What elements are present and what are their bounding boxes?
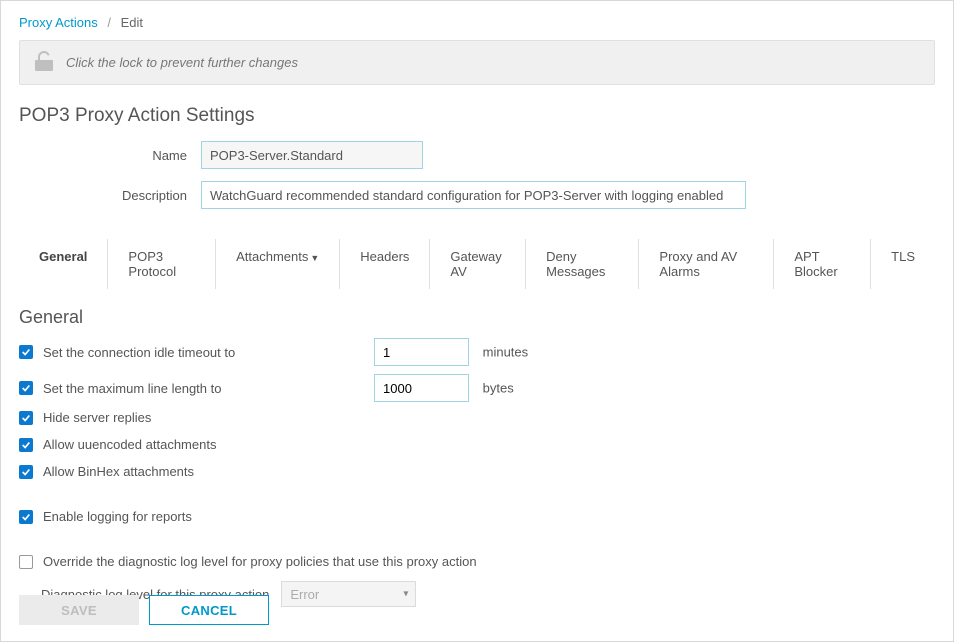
tab-gateway-av[interactable]: Gateway AV — [430, 239, 526, 289]
tab-attachments[interactable]: Attachments▼ — [216, 239, 340, 289]
idle-timeout-input[interactable] — [374, 338, 469, 366]
breadcrumb: Proxy Actions / Edit — [19, 15, 935, 30]
chevron-down-icon: ▼ — [310, 253, 319, 263]
tabs: General POP3 Protocol Attachments▼ Heade… — [19, 239, 935, 289]
description-input[interactable] — [201, 181, 746, 209]
enable-logging-label: Enable logging for reports — [43, 509, 192, 524]
tab-apt-blocker[interactable]: APT Blocker — [774, 239, 871, 289]
max-line-label: Set the maximum line length to — [43, 381, 221, 396]
tab-proxy-av-alarms[interactable]: Proxy and AV Alarms — [639, 239, 774, 289]
checkbox-hide-replies[interactable] — [19, 411, 33, 425]
name-input[interactable] — [201, 141, 423, 169]
tab-pop3-protocol[interactable]: POP3 Protocol — [108, 239, 216, 289]
page-title: POP3 Proxy Action Settings — [19, 105, 935, 127]
checkbox-max-line[interactable] — [19, 381, 33, 395]
idle-timeout-label: Set the connection idle timeout to — [43, 345, 235, 360]
idle-timeout-unit: minutes — [483, 345, 529, 360]
checkbox-override-diag[interactable] — [19, 555, 33, 569]
breadcrumb-root[interactable]: Proxy Actions — [19, 15, 98, 30]
hide-replies-label: Hide server replies — [43, 410, 151, 425]
tab-deny-messages[interactable]: Deny Messages — [526, 239, 639, 289]
binhex-label: Allow BinHex attachments — [43, 464, 194, 479]
tab-general[interactable]: General — [19, 239, 108, 289]
lock-bar: Click the lock to prevent further change… — [19, 40, 935, 85]
section-title: General — [19, 307, 935, 328]
override-diag-label: Override the diagnostic log level for pr… — [43, 554, 477, 569]
unlock-icon[interactable] — [32, 51, 56, 74]
name-label: Name — [19, 148, 201, 163]
uuencoded-label: Allow uuencoded attachments — [43, 437, 216, 452]
breadcrumb-current: Edit — [121, 15, 143, 30]
checkbox-uuencoded[interactable] — [19, 438, 33, 452]
max-line-input[interactable] — [374, 374, 469, 402]
checkbox-binhex[interactable] — [19, 465, 33, 479]
max-line-unit: bytes — [483, 381, 514, 396]
checkbox-idle-timeout[interactable] — [19, 345, 33, 359]
tab-headers[interactable]: Headers — [340, 239, 430, 289]
breadcrumb-separator: / — [107, 15, 111, 30]
diag-level-select[interactable]: Error — [281, 581, 416, 607]
tab-attachments-label: Attachments — [236, 249, 308, 264]
cancel-button[interactable]: CANCEL — [149, 595, 269, 625]
tab-tls[interactable]: TLS — [871, 239, 935, 289]
checkbox-enable-logging[interactable] — [19, 510, 33, 524]
description-label: Description — [19, 188, 201, 203]
lock-bar-text: Click the lock to prevent further change… — [66, 55, 298, 70]
save-button[interactable]: SAVE — [19, 595, 139, 625]
